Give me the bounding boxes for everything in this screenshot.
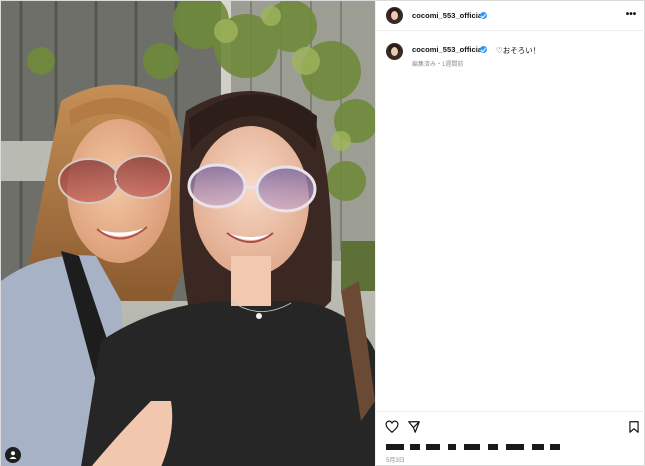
post-date: 5月3日 [386,458,405,464]
caption-text: ♡おそろい！ [496,46,541,55]
caption-avatar-face [391,47,398,56]
caption-meta: 編集済み・1週間前 [412,62,464,68]
user-glyph [9,451,17,459]
obscured-segment [386,444,404,450]
selfie-image [1,1,375,466]
instagram-post-window: cocomi_553_official ••• cocomi_553_offic… [0,0,645,466]
obscured-segment [426,444,440,450]
obscured-segment [506,444,524,450]
header-username[interactable]: cocomi_553_official [412,11,484,20]
obscured-segment [488,444,498,450]
caption-username[interactable]: cocomi_553_official [412,45,484,54]
obscured-segment [532,444,544,450]
verified-badge-icon [480,11,487,19]
caption-verified-badge-icon [480,45,487,53]
obscured-segment [550,444,560,450]
heart-icon[interactable] [385,420,399,434]
avatar[interactable] [386,7,403,24]
obscured-segment [448,444,456,450]
obscured-segment [464,444,480,450]
action-bar: 5月3日 [376,411,645,466]
more-options-icon[interactable]: ••• [625,9,637,21]
user-icon[interactable] [5,447,21,463]
caption-avatar[interactable] [386,43,403,60]
post-header: cocomi_553_official ••• [376,1,645,31]
likes-summary-obscured[interactable] [386,443,566,451]
bookmark-icon[interactable] [627,420,641,434]
obscured-segment [410,444,420,450]
post-photo[interactable] [1,1,375,466]
paper-plane-icon[interactable] [407,420,421,434]
post-details-pane: cocomi_553_official ••• cocomi_553_offic… [375,1,645,466]
avatar-face [391,11,398,20]
